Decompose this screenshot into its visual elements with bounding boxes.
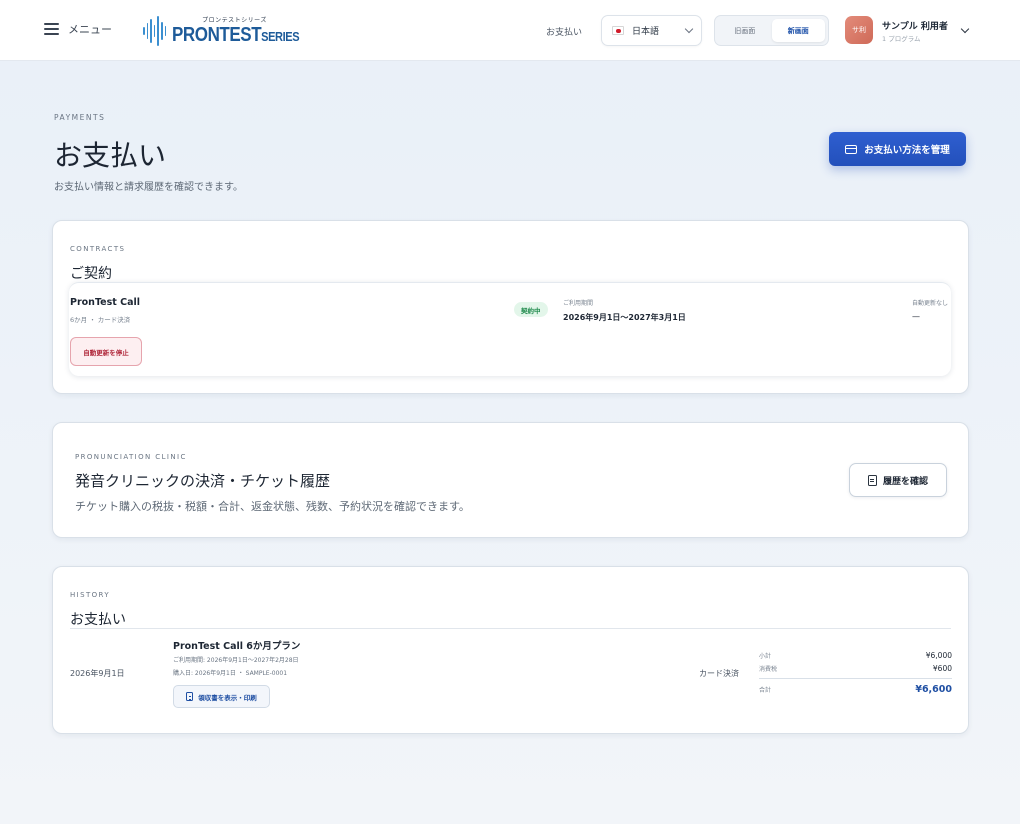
total-label: 合計 [759,687,772,694]
subtotal-row: 小計 ¥6,000 [759,651,952,660]
menu-label: メニュー [68,23,112,36]
clinic-eyebrow: PRONUNCIATION CLINIC [75,453,187,461]
tax-label: 消費税 [759,666,778,673]
status-badge: 契約中 [514,302,548,317]
auto-renew-label: 自動更新なし [912,300,949,307]
payment-method: カード決済 [699,669,739,678]
hamburger-icon [44,23,59,35]
tax-value: ¥600 [932,664,952,673]
pronunciation-clinic-card: PRONUNCIATION CLINIC 発音クリニックの決済・チケット履歴 チ… [52,422,969,538]
view-receipt-label: 領収書を表示・印刷 [198,693,257,702]
page-description: お支払い情報と請求履歴を確認できます。 [54,182,243,193]
chevron-down-icon [684,24,694,34]
subtotal-value: ¥6,000 [925,651,952,660]
sound-wave-icon [143,15,167,47]
payment-history-card: HISTORY お支払い 2026年9月1日 PronTest Call 6か月… [52,566,969,734]
stop-auto-renew-button[interactable]: 自動更新を停止 [70,337,142,366]
receipt-icon [186,692,194,701]
logo-wordmark: PRONTESTSERIES [172,24,300,46]
manage-payment-method-button[interactable]: お支払い方法を管理 [829,132,966,166]
view-receipt-button[interactable]: 領収書を表示・印刷 [173,685,270,708]
total-value: ¥6,600 [915,684,952,695]
contracts-eyebrow: CONTRACTS [70,245,126,253]
nav-link-payments[interactable]: お支払い [546,25,582,38]
view-history-label: 履歴を確認 [882,476,928,487]
menu-button[interactable]: メニュー [44,21,112,37]
payment-usage-period: ご利用期間: 2026年9月1日〜2027年2月28日 [173,657,299,664]
top-header: メニュー プロンテストシリーズ PRONTESTSERIES お支払い 日本語 … [0,0,1020,61]
payment-plan-name: PronTest Call 6か月プラン [173,641,301,652]
manage-payment-method-label: お支払い方法を管理 [864,145,950,156]
contracts-title: ご契約 [70,266,112,282]
contract-item: PronTest Call 6か月 ・ カード決済 契約中 ご利用期間 2026… [69,282,951,376]
language-select[interactable]: 日本語 [601,15,702,46]
user-program-count: 1 プログラム [882,35,921,43]
contracts-card: CONTRACTS ご契約 PronTest Call 6か月 ・ カード決済 … [52,220,969,394]
subtotal-label: 小計 [759,653,772,660]
history-title: お支払い [70,612,126,628]
auto-renew-value: — [912,312,920,321]
japan-flag-icon [612,26,624,35]
contract-name: PronTest Call [70,297,140,308]
divider [70,628,951,629]
language-label: 日本語 [632,27,660,37]
view-option-old[interactable]: 旧画面 [718,19,772,42]
clinic-title: 発音クリニックの決済・チケット履歴 [75,472,331,490]
total-divider [759,678,952,679]
credit-card-icon [845,144,858,154]
payment-date: 2026年9月1日 [70,669,125,678]
contract-meta: 6か月 ・ カード決済 [70,316,131,324]
document-icon [867,474,877,486]
view-option-new[interactable]: 新画面 [771,19,825,42]
avatar[interactable]: サ利 [845,16,873,44]
logo-subtitle: プロンテストシリーズ [202,17,267,24]
history-eyebrow: HISTORY [70,591,111,599]
tax-row: 消費税 ¥600 [759,664,952,673]
payment-purchase-info: 購入日: 2026年9月1日 ・ SAMPLE-0001 [173,670,288,677]
contract-period: 2026年9月1日〜2027年3月1日 [563,313,686,322]
prontest-logo[interactable]: プロンテストシリーズ PRONTESTSERIES [143,13,322,47]
view-toggle: 旧画面 新画面 [714,15,829,46]
page-eyebrow: PAYMENTS [54,113,106,122]
view-history-button[interactable]: 履歴を確認 [849,463,947,497]
contract-period-label: ご利用期間 [563,300,594,307]
user-menu-chevron-icon[interactable] [960,24,970,34]
page-title: お支払い [54,139,167,172]
user-name[interactable]: サンプル 利用者 [882,19,948,32]
total-row: 合計 ¥6,600 [759,684,952,695]
clinic-description: チケット購入の税抜・税額・合計、返金状態、残数、予約状況を確認できます。 [75,500,470,513]
